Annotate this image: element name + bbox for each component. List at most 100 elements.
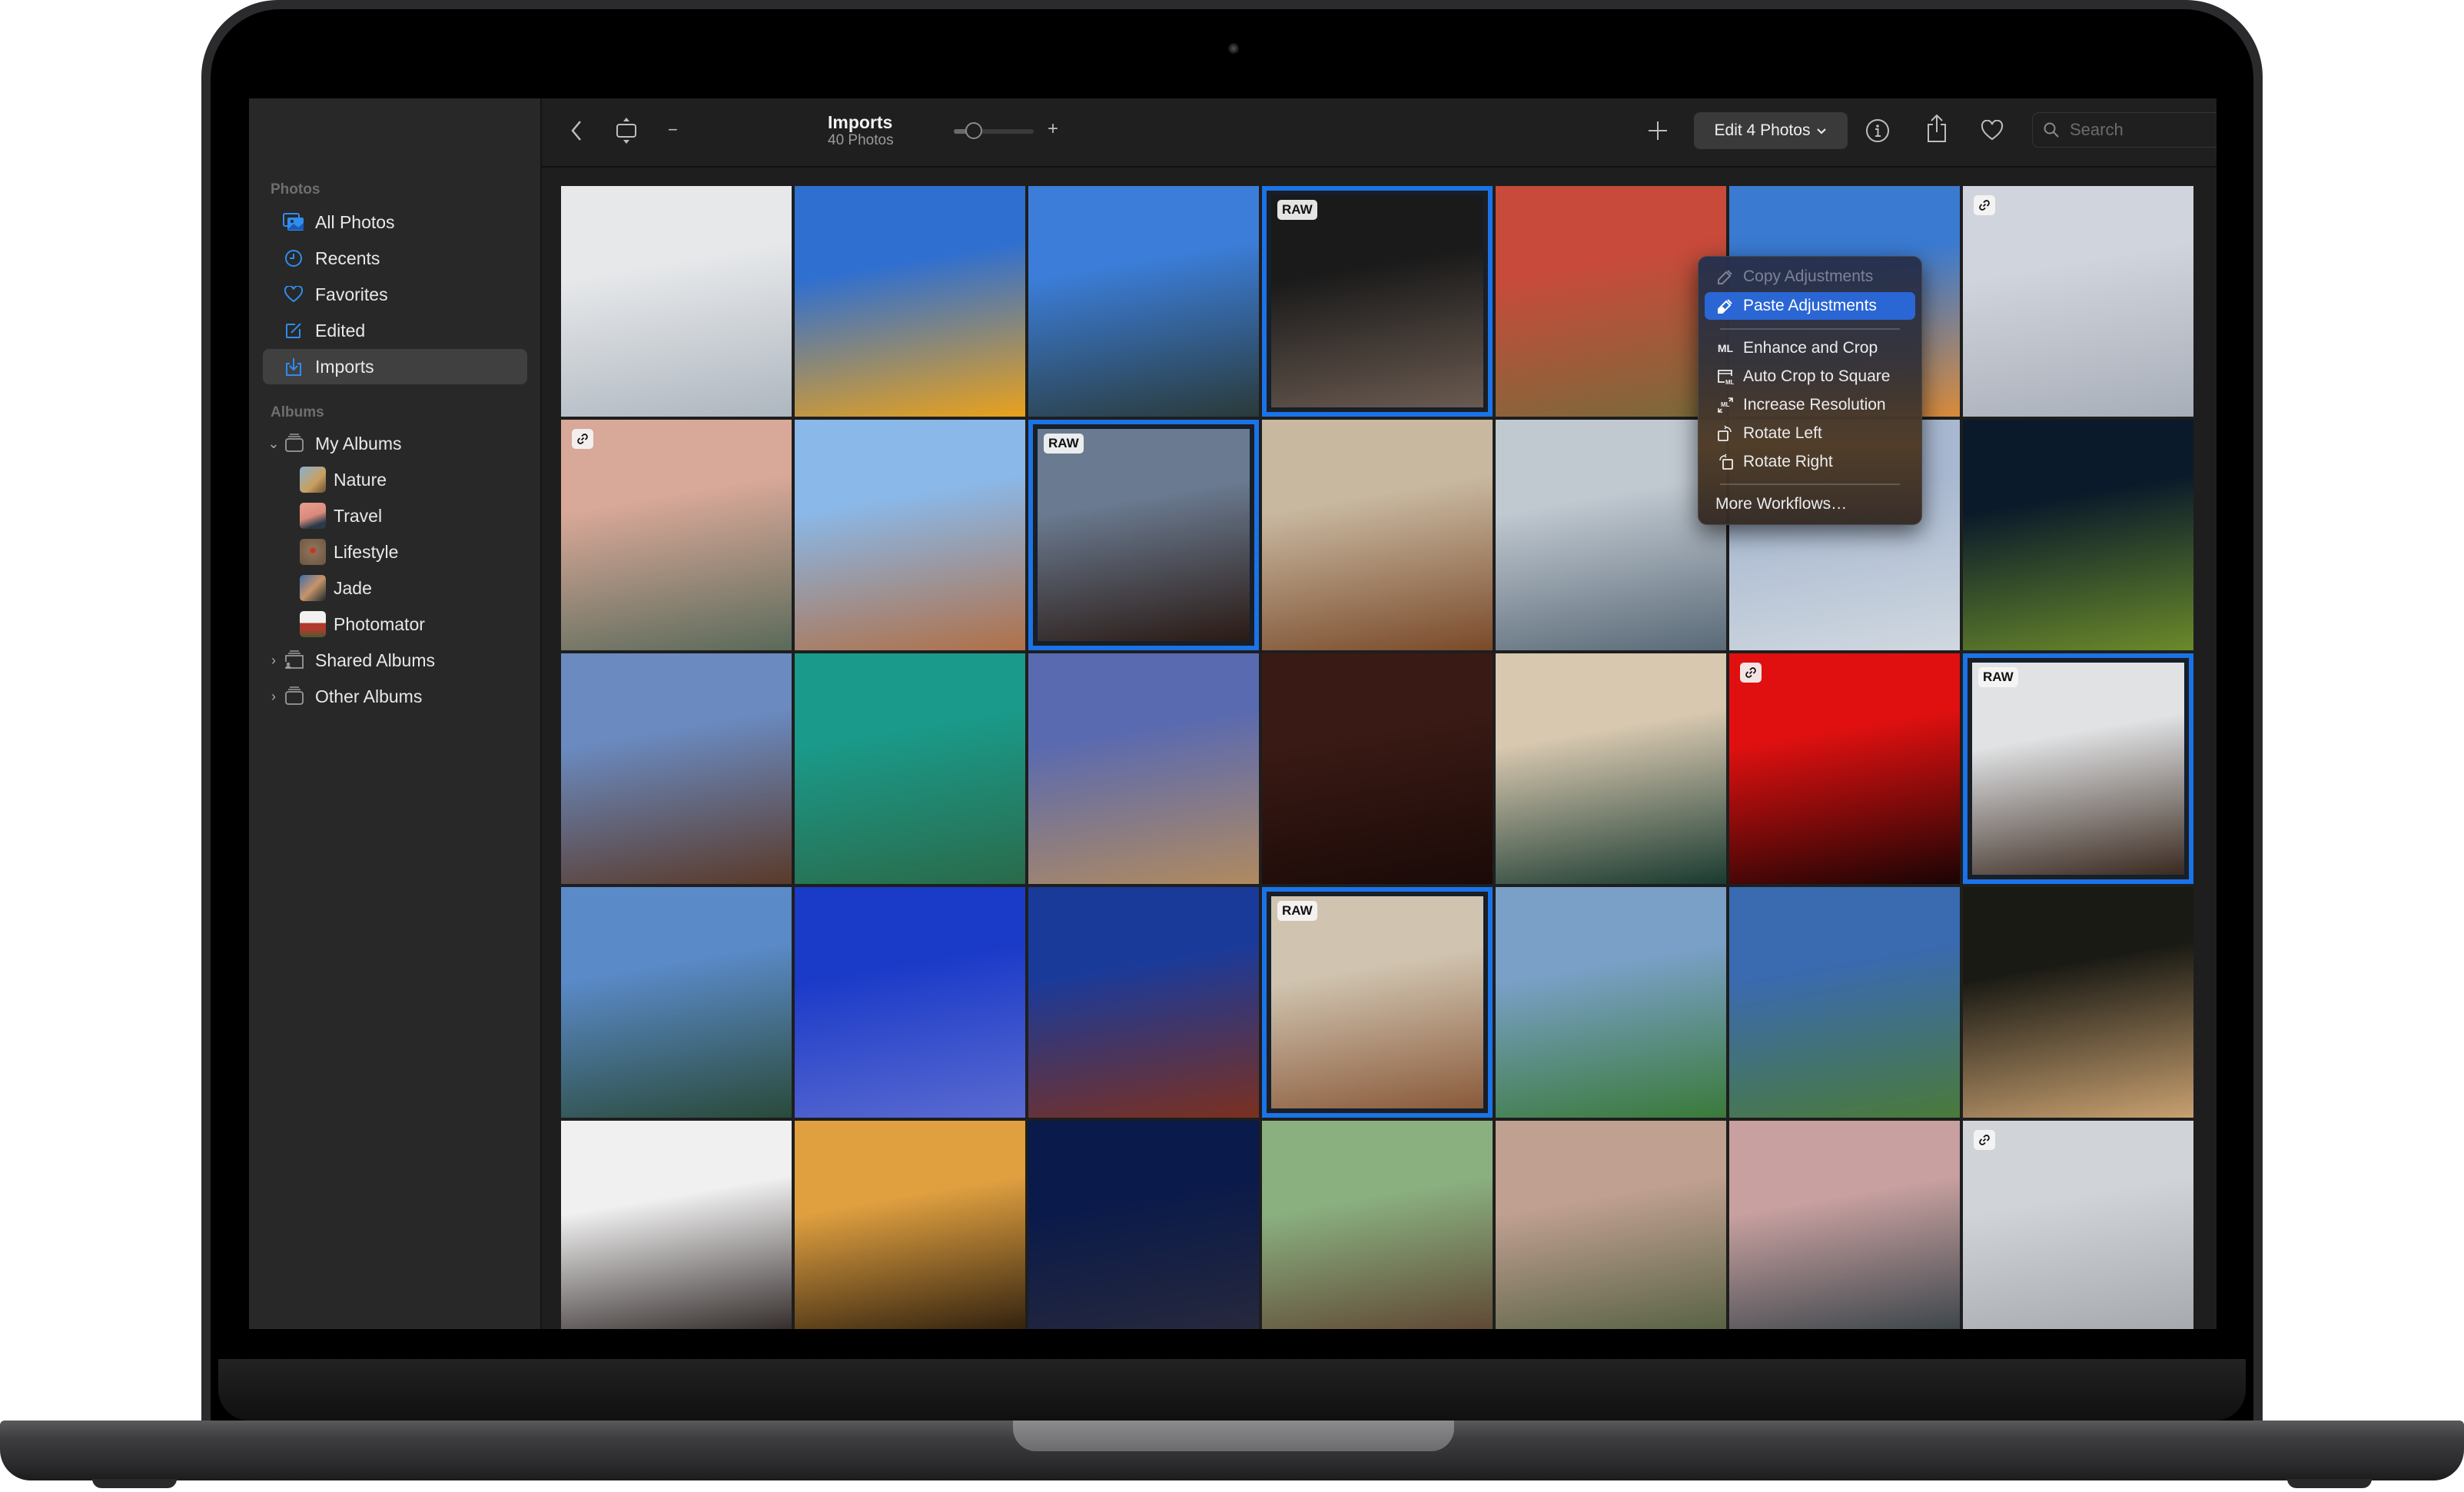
photo-thumbnail[interactable]	[1496, 653, 1726, 884]
photo-thumbnail[interactable]	[1963, 887, 2193, 1118]
photo-image	[1262, 420, 1493, 650]
raw-badge: RAW	[1044, 434, 1084, 454]
photo-image	[1729, 653, 1960, 884]
zoom-slider[interactable]	[954, 122, 1034, 139]
photo-image	[1963, 186, 2193, 417]
photo-image	[1971, 661, 2186, 876]
photo-thumbnail[interactable]	[561, 887, 792, 1118]
sidebar-item-label: Shared Albums	[315, 650, 435, 670]
toolbar: − + Imports 40 Photos Edit 4 Photos	[542, 98, 2217, 168]
sidebar-item-nature[interactable]: Nature	[263, 462, 527, 497]
photo-image	[1729, 1121, 1960, 1329]
menu-item-increase-resolution[interactable]: ML Increase Resolution	[1705, 391, 1915, 419]
photo-thumbnail[interactable]	[1963, 420, 2193, 650]
sidebar-item-my-albums[interactable]: ⌄ My Albums	[263, 426, 527, 461]
menu-item-more-workflows[interactable]: More Workflows…	[1705, 490, 1915, 518]
svg-text:ML: ML	[1725, 379, 1734, 385]
share-icon[interactable]	[1925, 114, 1948, 147]
sidebar-item-favorites[interactable]: Favorites	[263, 277, 527, 312]
photo-thumbnail[interactable]	[561, 1121, 792, 1329]
chevron-down-icon[interactable]: ⌄	[266, 436, 281, 452]
sidebar-item-label: Imports	[315, 356, 374, 377]
chevron-right-icon[interactable]: ›	[266, 689, 281, 705]
photo-image	[1729, 887, 1960, 1118]
photo-thumbnail[interactable]	[795, 1121, 1025, 1329]
photo-thumbnail[interactable]	[1028, 186, 1259, 417]
photo-thumbnail[interactable]: RAW	[1262, 887, 1493, 1118]
photo-thumbnail[interactable]	[561, 186, 792, 417]
menu-separator	[1720, 328, 1900, 330]
sidebar-item-label: Other Albums	[315, 686, 423, 706]
album-stack-icon	[284, 433, 306, 454]
photo-thumbnail[interactable]	[795, 653, 1025, 884]
zoom-out-button[interactable]: −	[668, 120, 678, 140]
photo-thumbnail[interactable]	[1496, 1121, 1726, 1329]
chevron-right-icon[interactable]: ›	[266, 653, 281, 669]
photo-thumbnail[interactable]: RAW	[1963, 653, 2193, 884]
clock-icon	[283, 248, 304, 269]
photo-thumbnail[interactable]	[1963, 186, 2193, 417]
plus-icon[interactable]	[1647, 120, 1669, 145]
menu-item-paste-adjustments[interactable]: Paste Adjustments	[1705, 292, 1915, 320]
sidebar-item-other-albums[interactable]: › Other Albums	[263, 679, 527, 714]
photo-thumbnail[interactable]	[795, 186, 1025, 417]
photo-thumbnail[interactable]	[1729, 653, 1960, 884]
chevron-down-icon	[1816, 121, 1827, 140]
photo-thumbnail[interactable]	[1028, 887, 1259, 1118]
photo-image	[1963, 1121, 2193, 1329]
sidebar-item-edited[interactable]: Edited	[263, 313, 527, 348]
zoom-slider-knob[interactable]	[965, 122, 982, 139]
search-input[interactable]	[2068, 119, 2217, 141]
photo-thumbnail[interactable]	[1496, 186, 1726, 417]
sidebar-item-lifestyle[interactable]: Lifestyle	[263, 534, 527, 570]
photo-thumbnail[interactable]	[1729, 887, 1960, 1118]
sidebar-item-label: Edited	[315, 320, 366, 341]
photo-thumbnail[interactable]	[795, 420, 1025, 650]
photo-image	[1270, 194, 1485, 409]
camera-icon	[1228, 43, 1239, 54]
photo-thumbnail[interactable]	[1963, 1121, 2193, 1329]
sidebar-item-shared-albums[interactable]: › Shared Albums	[263, 643, 527, 678]
menu-item-copy-adjustments[interactable]: Copy Adjustments	[1705, 263, 1915, 291]
photo-image	[1963, 420, 2193, 650]
photos-stack-icon	[283, 211, 304, 233]
photo-thumbnail[interactable]	[1729, 1121, 1960, 1329]
photo-thumbnail[interactable]	[1028, 1121, 1259, 1329]
laptop-foot	[2287, 1479, 2372, 1488]
menu-item-enhance-and-crop[interactable]: ML Enhance and Crop	[1705, 334, 1915, 362]
photo-image	[561, 653, 792, 884]
edit-photos-button[interactable]: Edit 4 Photos	[1694, 112, 1848, 149]
link-icon	[1974, 195, 1995, 215]
info-icon[interactable]	[1865, 118, 1890, 147]
photo-thumbnail[interactable]	[1262, 1121, 1493, 1329]
sidebar-item-imports[interactable]: Imports	[263, 349, 527, 384]
photo-thumbnail[interactable]	[561, 420, 792, 650]
zoom-in-button[interactable]: +	[1048, 118, 1058, 140]
chevron-left-icon[interactable]	[570, 118, 583, 147]
sidebar-item-jade[interactable]: Jade	[263, 570, 527, 606]
sidebar-item-recents[interactable]: Recents	[263, 241, 527, 276]
photo-thumbnail[interactable]	[1496, 887, 1726, 1118]
menu-item-auto-crop-to-square[interactable]: ML Auto Crop to Square	[1705, 363, 1915, 390]
photo-thumbnail[interactable]	[1028, 653, 1259, 884]
photo-thumbnail[interactable]	[1496, 420, 1726, 650]
photo-thumbnail[interactable]: RAW	[1028, 420, 1259, 650]
photo-image	[1496, 1121, 1726, 1329]
photo-thumbnail[interactable]	[561, 653, 792, 884]
eyedropper-fill-icon	[1715, 297, 1735, 314]
photo-thumbnail[interactable]	[1262, 653, 1493, 884]
sidebar-section-photos: Photos	[271, 181, 320, 198]
aspect-toggle-icon[interactable]	[616, 117, 637, 148]
menu-item-rotate-right[interactable]: Rotate Right	[1705, 448, 1915, 476]
sidebar-item-travel[interactable]: Travel	[263, 498, 527, 533]
sidebar-item-photomator[interactable]: Photomator	[263, 606, 527, 642]
photo-image	[1028, 653, 1259, 884]
search-field[interactable]	[2032, 112, 2217, 148]
photo-thumbnail[interactable]	[795, 887, 1025, 1118]
menu-item-rotate-left[interactable]: Rotate Left	[1705, 420, 1915, 447]
photo-thumbnail[interactable]: RAW	[1262, 186, 1493, 417]
heart-icon[interactable]	[1981, 119, 2004, 145]
sidebar-item-all-photos[interactable]: All Photos	[263, 204, 527, 240]
photo-image	[561, 887, 792, 1118]
photo-thumbnail[interactable]	[1262, 420, 1493, 650]
